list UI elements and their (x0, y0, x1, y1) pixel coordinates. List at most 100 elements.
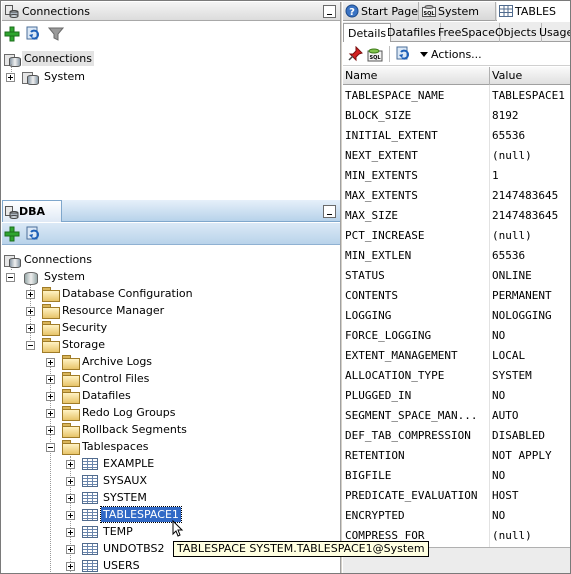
expand-icon[interactable] (66, 562, 75, 571)
help-icon: ? (345, 4, 359, 18)
tree-node-label: TEMP (103, 525, 133, 538)
table-row[interactable]: ENCRYPTED NO (343, 506, 570, 526)
refresh-icon[interactable] (26, 226, 42, 242)
filter-icon[interactable] (48, 26, 64, 42)
property-value-cell: 8192 (492, 109, 519, 122)
tree-node-label: UNDOTBS2 (103, 542, 165, 555)
property-value-cell: AUTO (492, 409, 519, 422)
svg-text:SQL: SQL (423, 11, 435, 17)
expand-icon[interactable] (46, 375, 55, 384)
property-name-cell: EXTENT_MANAGEMENT (345, 349, 458, 362)
table-row[interactable]: ALLOCATION_TYPE SYSTEM (343, 366, 570, 386)
table-row[interactable]: PREDICATE_EVALUATION HOST (343, 486, 570, 506)
expand-icon[interactable] (46, 392, 55, 401)
table-row[interactable]: FORCE_LOGGING NO (343, 326, 570, 346)
expand-icon[interactable] (66, 494, 75, 503)
expand-icon[interactable] (26, 307, 35, 316)
svg-text:SQL: SQL (369, 55, 381, 61)
dba-icon (5, 206, 19, 219)
tree-node-label: Database Configuration (62, 287, 193, 300)
expand-icon[interactable] (66, 545, 75, 554)
dba-tab[interactable]: DBA (2, 200, 62, 222)
expand-icon[interactable] (26, 290, 35, 299)
table-row[interactable]: STATUS ONLINE (343, 266, 570, 286)
table-row[interactable]: DEF_TAB_COMPRESSION DISABLED (343, 426, 570, 446)
tab-freespace[interactable]: FreeSpace (434, 23, 500, 42)
tree-node-label: Redo Log Groups (82, 406, 176, 419)
connections-node-icon (4, 52, 21, 67)
column-header-name[interactable]: Name (343, 67, 490, 85)
tab-label: TABLES (515, 5, 556, 18)
tree-node-label: EXAMPLE (103, 457, 155, 470)
property-name-cell: ENCRYPTED (345, 509, 405, 522)
table-row[interactable]: MIN_EXTENTS 1 (343, 166, 570, 186)
table-row[interactable]: INITIAL_EXTENT 65536 (343, 126, 570, 146)
property-name-cell: SEGMENT_SPACE_MAN... (345, 409, 478, 422)
tab-system[interactable]: SQL System (420, 2, 496, 21)
property-value-cell: (null) (492, 529, 532, 542)
collapse-icon[interactable] (6, 273, 15, 282)
table-row[interactable]: MIN_EXTLEN 65536 (343, 246, 570, 266)
expand-icon[interactable] (46, 426, 55, 435)
connections-tab[interactable]: Connections (2, 2, 96, 21)
tablespace-icon (82, 475, 98, 487)
editor-column: ? Start Page SQL System TABLES Details D… (343, 2, 570, 573)
pin-icon[interactable] (347, 46, 363, 62)
property-value-cell: SYSTEM (492, 369, 532, 382)
collapse-icon[interactable] (26, 341, 35, 350)
dba-tab-label: DBA (19, 205, 46, 218)
expand-icon[interactable] (66, 528, 75, 537)
tree-node-label: Archive Logs (82, 355, 153, 368)
tree-node-label: SYSAUX (103, 474, 147, 487)
property-name-cell: RETENTION (345, 449, 405, 462)
expand-icon[interactable] (66, 477, 75, 486)
tab-start-page[interactable]: ? Start Page (343, 2, 419, 21)
table-row[interactable]: PCT_INCREASE (null) (343, 226, 570, 246)
minimize-dba-button[interactable] (323, 205, 336, 218)
minimize-connections-button[interactable] (323, 5, 336, 18)
mouse-cursor-icon (172, 520, 184, 537)
actions-dropdown[interactable]: Actions... (420, 48, 482, 61)
tree-node-label-selected: TABLESPACE1 (100, 506, 182, 523)
tab-datafiles[interactable]: Datafiles (383, 23, 441, 42)
svg-text:?: ? (349, 7, 355, 18)
table-row[interactable]: SEGMENT_SPACE_MAN... AUTO (343, 406, 570, 426)
collapse-icon[interactable] (46, 443, 55, 452)
table-row[interactable]: CONTENTS PERMANENT (343, 286, 570, 306)
expand-icon[interactable] (46, 358, 55, 367)
tab-usage[interactable]: Usage (535, 23, 570, 42)
sql-icon[interactable]: SQL (367, 46, 383, 62)
table-row[interactable]: TABLESPACE_NAME TABLESPACE1 (343, 86, 570, 106)
expand-icon[interactable] (26, 324, 35, 333)
property-value-cell: HOST (492, 489, 519, 502)
table-row[interactable]: BLOCK_SIZE 8192 (343, 106, 570, 126)
property-name-cell: MAX_EXTENTS (345, 189, 418, 202)
property-value-cell: PERMANENT (492, 289, 552, 302)
table-row[interactable]: PLUGGED_IN NO (343, 386, 570, 406)
actions-label: Actions... (431, 47, 482, 61)
tab-tablespace[interactable]: TABLES (497, 2, 570, 21)
expand-icon[interactable] (66, 460, 75, 469)
table-row[interactable]: MAX_EXTENTS 2147483645 (343, 186, 570, 206)
add-connection-icon[interactable] (4, 226, 20, 242)
expand-icon[interactable] (46, 409, 55, 418)
tree-node-label: Connections (22, 51, 94, 66)
refresh-icon[interactable] (396, 46, 412, 62)
property-value-cell: (null) (492, 149, 532, 162)
tablespace-icon (82, 509, 98, 521)
tree-node-label: Tablespaces (82, 440, 149, 453)
tab-objects[interactable]: Objects (491, 23, 542, 42)
refresh-icon[interactable] (26, 26, 42, 42)
add-connection-icon[interactable] (4, 26, 20, 42)
table-row[interactable]: BIGFILE NO (343, 466, 570, 486)
property-value-cell: 2147483645 (492, 189, 559, 202)
table-row[interactable]: LOGGING NOLOGGING (343, 306, 570, 326)
expand-icon[interactable] (6, 73, 15, 82)
table-row[interactable]: MAX_SIZE 2147483645 (343, 206, 570, 226)
expand-icon[interactable] (66, 511, 75, 520)
main-window: Connections Connections System DBA Conne… (0, 0, 571, 574)
table-row[interactable]: RETENTION NOT APPLY (343, 446, 570, 466)
table-row[interactable]: NEXT_EXTENT (null) (343, 146, 570, 166)
column-header-value[interactable]: Value (490, 67, 570, 85)
table-row[interactable]: EXTENT_MANAGEMENT LOCAL (343, 346, 570, 366)
